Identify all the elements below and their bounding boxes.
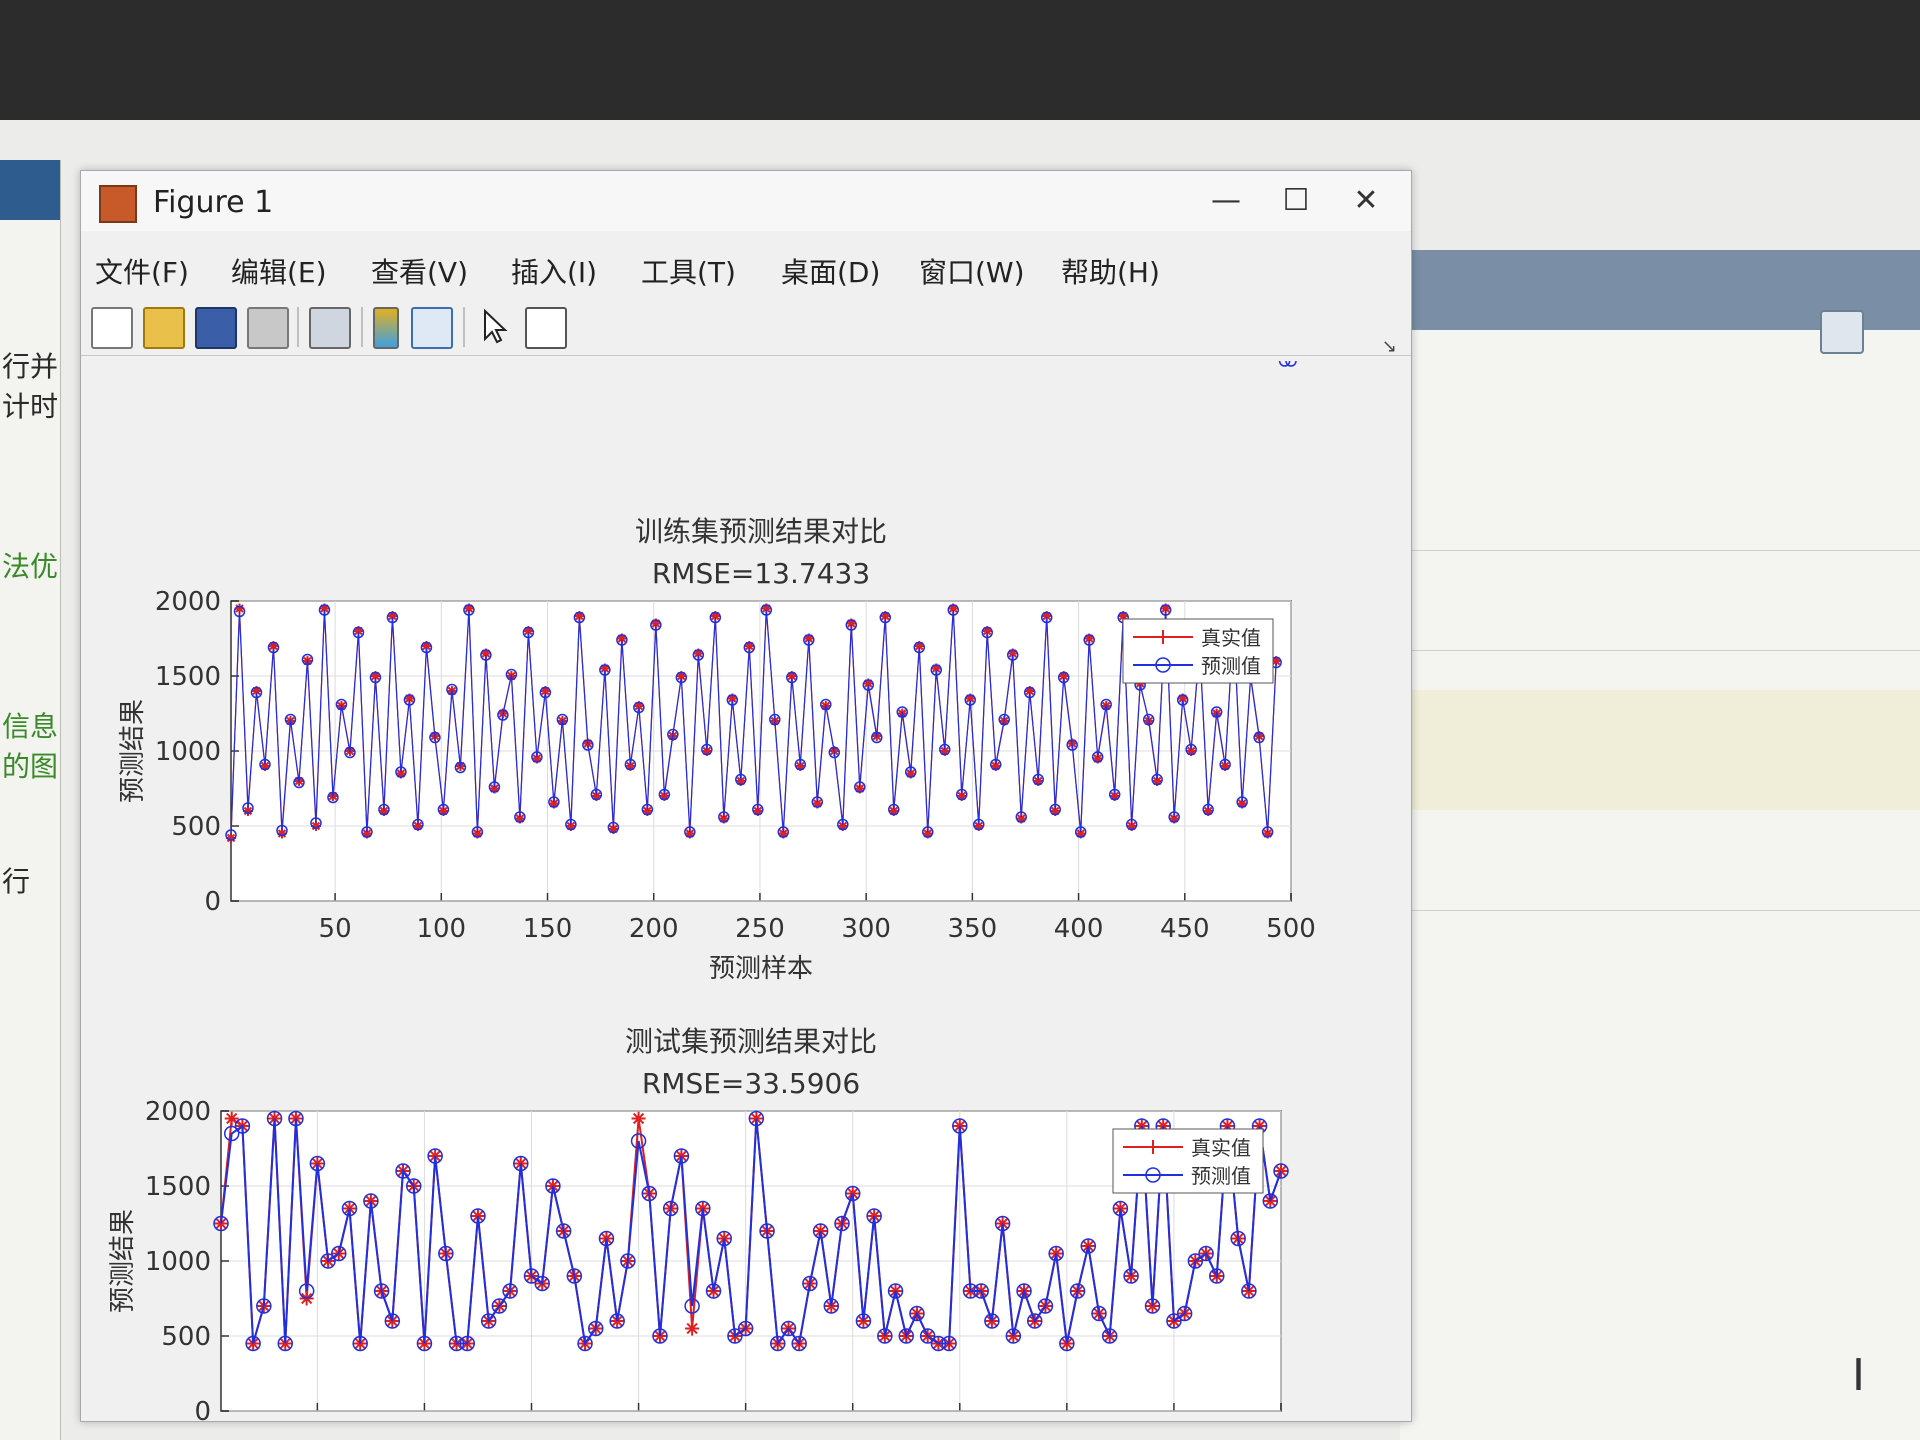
left-panel-item: 法优 [2,550,59,583]
x-tick-label: 400 [1054,914,1104,944]
x-axis-label: 预测样本 [709,954,813,984]
toolbar-separator [297,307,299,347]
y-tick-label: 1500 [145,1172,211,1202]
y-tick-label: 0 [194,1397,211,1421]
divider [1400,550,1920,551]
print-icon[interactable] [247,307,289,349]
toolbar [81,299,1411,356]
open-file-icon[interactable] [143,307,185,349]
chart-title: 训练集预测结果对比 [635,515,887,548]
menu-tools[interactable]: 工具(T) [641,251,736,291]
edit-plot-arrow-icon[interactable] [475,307,513,345]
title-bar: Figure 1 — ☐ ✕ [81,171,1411,231]
charts-svg: 训练集预测结果对比 RMSE=13.7433 50 100 150 200 250 300 35… [81,355,1316,1440]
link-plot-icon[interactable] [309,307,351,349]
background-left-panel: 行并 计时 法优 信息 的图 行 [0,160,61,1440]
x-tick-label: 200 [629,914,679,944]
legend-label: 真实值 [1201,626,1261,650]
x-tick-label: 450 [1160,914,1210,944]
legend: 真实值预测值 [1112,1128,1264,1194]
right-panel-highlight [1400,690,1920,810]
background-save-icon[interactable] [1820,310,1864,354]
y-tick-label: 1000 [155,737,221,767]
insert-colorbar-icon[interactable] [373,307,399,349]
x-tick-label: 350 [948,914,998,944]
chart-1: 训练集预测结果对比 RMSE=13.7433 50 100 150 200 250 300 35… [118,355,1316,984]
divider [1400,910,1920,911]
window-title: Figure 1 [153,185,274,220]
insert-legend-icon[interactable] [411,307,453,349]
new-figure-icon[interactable] [91,307,133,349]
y-tick-label: 500 [171,812,221,842]
menu-window[interactable]: 窗口(W) [919,251,1025,291]
save-icon[interactable] [195,307,237,349]
chart-subtitle: RMSE=13.7433 [652,557,870,590]
close-button[interactable]: ✕ [1341,179,1391,223]
x-tick-label: 100 [416,914,466,944]
y-tick-label: 2000 [155,587,221,617]
chart-2: 测试集预测结果对比RMSE=33.59061020304050607080901… [108,1025,1306,1440]
text-cursor-icon: I [1852,1350,1865,1401]
property-inspector-icon[interactable] [525,307,567,349]
toolbar-separator [361,307,363,347]
maximize-button[interactable]: ☐ [1271,179,1321,223]
y-tick-label: 1500 [155,662,221,692]
legend: 真实值预测值 [1122,618,1274,684]
plot-area: 训练集预测结果对比 RMSE=13.7433 50 100 150 200 250 300 35… [81,355,1411,1440]
y-axis-label: 预测结果 [108,1209,138,1313]
menu-file[interactable]: 文件(F) [95,251,189,291]
chart-title: 测试集预测结果对比 [625,1025,877,1058]
y-tick-label: 2000 [145,1097,211,1127]
dock-arrow-icon[interactable]: ↘ [1382,336,1397,357]
left-panel-item: 的图 [2,750,59,783]
monitor-bezel [0,0,1920,120]
left-panel-item: 行 [2,865,31,898]
x-tick-label: 150 [523,914,573,944]
toolbar-separator [463,307,465,347]
legend-label: 预测值 [1191,1164,1251,1188]
menu-bar: 文件(F) 编辑(E) 查看(V) 插入(I) 工具(T) 桌面(D) 窗口(W… [81,241,1411,291]
y-tick-label: 500 [161,1322,211,1352]
menu-view[interactable]: 查看(V) [371,251,468,291]
left-panel-item: 信息 [2,710,59,743]
figure-window: Figure 1 — ☐ ✕ 文件(F) 编辑(E) 查看(V) 插入(I) 工… [80,170,1412,1440]
left-panel-header [0,160,60,220]
menu-desktop[interactable]: 桌面(D) [781,251,880,291]
y-tick-label: 0 [204,887,221,917]
x-tick-label: 500 [1266,914,1316,944]
pred-point [1285,355,1297,367]
divider [1400,650,1920,651]
left-panel-item: 行并 [2,350,59,383]
legend-label: 真实值 [1191,1136,1251,1160]
chart-subtitle: RMSE=33.5906 [642,1067,860,1100]
x-tick-label: 300 [841,914,891,944]
x-tick-label: 250 [735,914,785,944]
x-tick-label: 50 [319,914,352,944]
menu-edit[interactable]: 编辑(E) [231,251,327,291]
left-panel-item: 计时 [2,390,59,423]
matlab-icon [99,185,137,223]
legend-label: 预测值 [1201,654,1261,678]
y-axis-label: 预测结果 [118,699,148,803]
minimize-button[interactable]: — [1201,179,1251,223]
background-right-panel [1400,250,1920,1440]
y-tick-label: 1000 [145,1247,211,1277]
menu-help[interactable]: 帮助(H) [1061,251,1160,291]
menu-insert[interactable]: 插入(I) [511,251,597,291]
